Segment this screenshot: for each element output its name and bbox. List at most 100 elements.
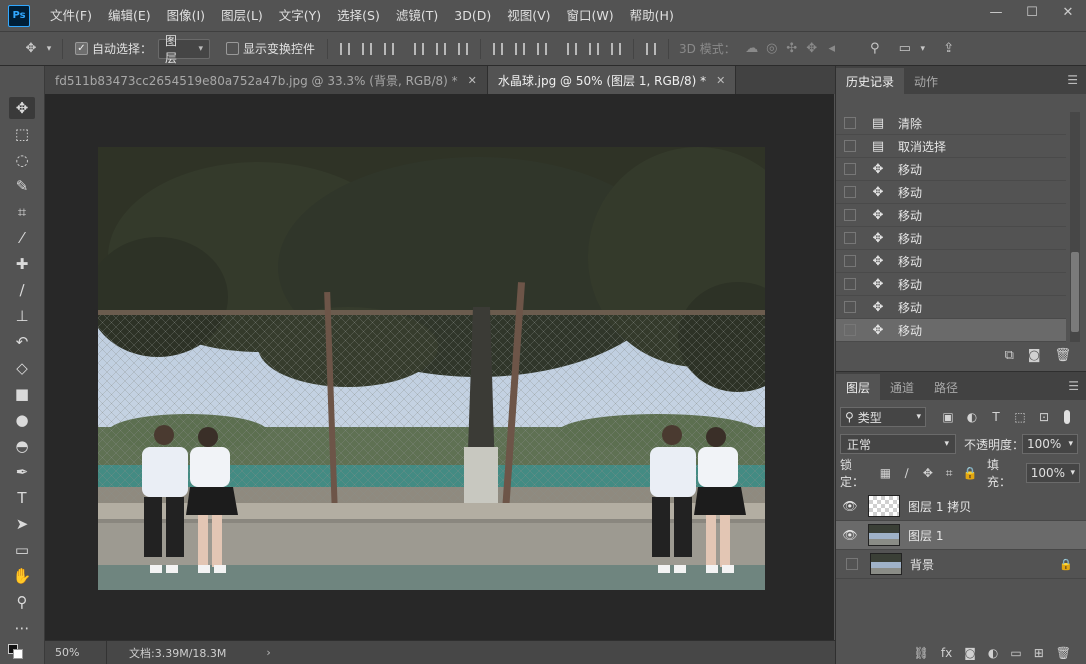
eye-icon[interactable]: 👁: [836, 528, 864, 542]
document-image[interactable]: [98, 147, 765, 590]
hand-tool-icon[interactable]: ✋: [9, 565, 35, 587]
scrollbar-thumb[interactable]: [1071, 252, 1079, 332]
stamp-tool-icon[interactable]: ⊥: [9, 305, 35, 327]
opacity-input[interactable]: 100% ▾: [1022, 434, 1078, 454]
roll-3d-icon[interactable]: ◎: [762, 40, 782, 58]
visibility-toggle[interactable]: [846, 558, 858, 570]
new-layer-icon[interactable]: ⊞: [1034, 646, 1044, 660]
new-document-from-state-icon[interactable]: ⧉: [1005, 348, 1014, 363]
menu-type[interactable]: 文字(Y): [271, 0, 329, 31]
slide-3d-icon[interactable]: ✥: [802, 40, 822, 58]
folder-icon[interactable]: ▭: [1010, 646, 1021, 660]
align-top-icon[interactable]: [334, 39, 356, 59]
chevron-down-icon[interactable]: ▾: [42, 38, 56, 60]
lock-pixels-icon[interactable]: ∕: [896, 466, 917, 480]
history-item[interactable]: ✥ 移动: [836, 158, 1066, 181]
auto-align-icon[interactable]: [640, 39, 662, 59]
history-item[interactable]: ✥ 移动: [836, 250, 1066, 273]
trash-icon[interactable]: 🗑: [1054, 348, 1071, 363]
eye-icon[interactable]: 👁: [836, 499, 864, 513]
share-icon[interactable]: ⇪: [938, 38, 960, 60]
lasso-tool-icon[interactable]: ◌: [9, 149, 35, 171]
chevron-down-icon[interactable]: ▾: [916, 38, 930, 60]
tab-channels[interactable]: 通道: [880, 374, 924, 400]
panel-menu-icon[interactable]: ☰: [1068, 379, 1079, 393]
layer-row[interactable]: 背景 🔒: [836, 550, 1086, 579]
distribute-hcenter-icon[interactable]: [583, 39, 605, 59]
mask-icon[interactable]: ◙: [964, 646, 976, 660]
history-item[interactable]: ✥ 移动: [836, 296, 1066, 319]
filter-pixel-icon[interactable]: ▣: [936, 410, 960, 424]
history-item[interactable]: ✥ 移动: [836, 273, 1066, 296]
dodge-tool-icon[interactable]: ◓: [9, 435, 35, 457]
lock-all-icon[interactable]: 🔒: [960, 466, 981, 480]
move-tool-icon[interactable]: ✥: [9, 97, 35, 119]
tab-actions[interactable]: 动作: [904, 68, 948, 94]
panel-menu-icon[interactable]: ☰: [1067, 73, 1078, 87]
history-scrollbar[interactable]: [1070, 112, 1080, 342]
adjustment-icon[interactable]: ◐: [988, 646, 998, 660]
zoom-tool-icon[interactable]: ⚲: [9, 591, 35, 613]
align-right-icon[interactable]: [452, 39, 474, 59]
move-tool-preset-icon[interactable]: ✥: [20, 38, 42, 60]
healing-tool-icon[interactable]: ✚: [9, 253, 35, 275]
maximize-button[interactable]: ☐: [1014, 0, 1050, 24]
menu-image[interactable]: 图像(I): [159, 0, 213, 31]
history-checkbox[interactable]: [844, 117, 856, 129]
history-checkbox[interactable]: [844, 324, 856, 336]
minimize-button[interactable]: —: [978, 0, 1014, 24]
close-icon[interactable]: ✕: [468, 74, 477, 87]
tab-history[interactable]: 历史记录: [836, 68, 905, 94]
history-checkbox[interactable]: [844, 186, 856, 198]
history-item[interactable]: ✥ 移动: [836, 227, 1066, 250]
marquee-tool-icon[interactable]: ⬚: [9, 123, 35, 145]
history-item-current[interactable]: ✥ 移动: [836, 319, 1066, 342]
zoom-level[interactable]: 50%: [45, 641, 107, 664]
history-checkbox[interactable]: [844, 232, 856, 244]
blend-mode-dropdown[interactable]: 正常 ▾: [840, 434, 956, 454]
menu-filter[interactable]: 滤镜(T): [388, 0, 446, 31]
crop-tool-icon[interactable]: ⌗: [9, 201, 35, 223]
distribute-bottom-icon[interactable]: [531, 39, 553, 59]
layer-filter-dropdown[interactable]: ⚲ 类型 ▾: [840, 407, 926, 427]
history-item[interactable]: ▤ 清除: [836, 112, 1066, 135]
menu-select[interactable]: 选择(S): [329, 0, 388, 31]
filter-toggle[interactable]: [1064, 410, 1070, 424]
distribute-left-icon[interactable]: [561, 39, 583, 59]
filter-smart-icon[interactable]: ⊡: [1032, 410, 1056, 424]
type-tool-icon[interactable]: T: [9, 487, 35, 509]
filter-adjustment-icon[interactable]: ◐: [960, 410, 984, 424]
canvas-area[interactable]: [45, 94, 834, 640]
auto-select-checkbox[interactable]: ✓: [75, 42, 88, 55]
pan-3d-icon[interactable]: ✣: [782, 40, 802, 58]
history-checkbox[interactable]: [844, 255, 856, 267]
lock-position-icon[interactable]: ✥: [917, 466, 938, 480]
menu-help[interactable]: 帮助(H): [622, 0, 682, 31]
menu-file[interactable]: 文件(F): [42, 0, 100, 31]
more-tools-icon[interactable]: ⋯: [9, 617, 35, 639]
lock-transparent-icon[interactable]: ▦: [875, 466, 896, 480]
path-select-tool-icon[interactable]: ➤: [9, 513, 35, 535]
tab-layers[interactable]: 图层: [836, 374, 881, 400]
menu-3d[interactable]: 3D(D): [446, 0, 499, 31]
eyedropper-tool-icon[interactable]: ⁄: [9, 227, 35, 249]
link-icon[interactable]: ⛓: [914, 646, 929, 660]
history-checkbox[interactable]: [844, 301, 856, 313]
distribute-vcenter-icon[interactable]: [509, 39, 531, 59]
history-item[interactable]: ✥ 移动: [836, 204, 1066, 227]
history-item[interactable]: ✥ 移动: [836, 181, 1066, 204]
camera-icon[interactable]: ◙: [1028, 348, 1041, 363]
auto-select-dropdown[interactable]: 图层 ▾: [158, 34, 211, 65]
align-hcenter-icon[interactable]: [430, 39, 452, 59]
lock-artboard-icon[interactable]: ⌗: [938, 466, 959, 481]
document-tab-active[interactable]: 水晶球.jpg @ 50% (图层 1, RGB/8) * ✕: [487, 66, 737, 94]
brush-tool-icon[interactable]: ∕: [9, 279, 35, 301]
menu-window[interactable]: 窗口(W): [559, 0, 622, 31]
trash-icon[interactable]: 🗑: [1056, 646, 1071, 660]
history-checkbox[interactable]: [844, 278, 856, 290]
search-icon[interactable]: ⚲: [864, 38, 886, 60]
eraser-tool-icon[interactable]: ◇: [9, 357, 35, 379]
align-left-icon[interactable]: [408, 39, 430, 59]
chevron-right-icon[interactable]: ›: [266, 646, 270, 659]
history-item[interactable]: ▤ 取消选择: [836, 135, 1066, 158]
